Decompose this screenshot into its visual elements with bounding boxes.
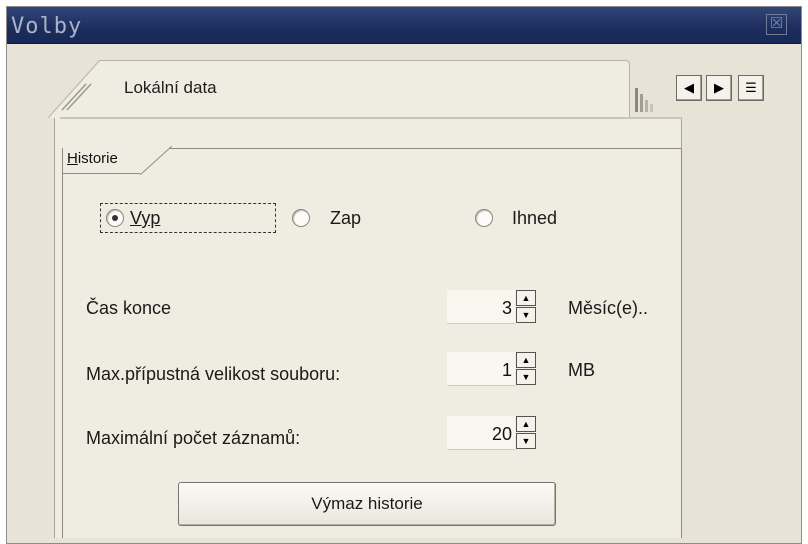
max-records-up-button[interactable]: ▲ bbox=[516, 416, 536, 432]
max-file-size-up-button[interactable]: ▲ bbox=[516, 352, 536, 368]
tab-strip-divider bbox=[60, 117, 682, 119]
expiry-unit: Měsíc(e).. bbox=[568, 298, 649, 318]
radio-off[interactable] bbox=[106, 209, 124, 227]
radio-focus-rectangle bbox=[100, 203, 276, 233]
radio-off-label[interactable]: Vyp bbox=[130, 208, 160, 229]
clear-history-button[interactable]: Výmaz historie bbox=[178, 482, 556, 526]
expiry-label: Čas konce bbox=[86, 298, 172, 318]
expiry-input[interactable]: 3 bbox=[447, 290, 515, 324]
window-title: Volby bbox=[11, 14, 83, 39]
radio-on[interactable] bbox=[292, 209, 310, 227]
history-group-title-mnemonic: H bbox=[67, 150, 78, 167]
tab-overflow-bars-icon bbox=[635, 88, 653, 112]
max-file-size-stepper: ▲ ▼ bbox=[516, 352, 536, 386]
expiry-stepper: ▲ ▼ bbox=[516, 290, 536, 324]
tab-local-data-label: Lokální data bbox=[124, 78, 217, 97]
radio-on-label[interactable]: Zap bbox=[330, 208, 361, 229]
radio-immediate[interactable] bbox=[475, 209, 493, 227]
group-title-slope bbox=[140, 146, 172, 175]
tab-scroll-right-button[interactable]: ▶ bbox=[706, 75, 732, 101]
max-file-size-down-button[interactable]: ▼ bbox=[516, 369, 536, 385]
max-records-down-button[interactable]: ▼ bbox=[516, 433, 536, 449]
tab-slope-decoration bbox=[48, 60, 108, 118]
radio-immediate-label[interactable]: Ihned bbox=[512, 208, 557, 229]
expiry-up-button[interactable]: ▲ bbox=[516, 290, 536, 306]
tab-scroll-left-button[interactable]: ◀ bbox=[676, 75, 702, 101]
max-records-label: Maximální počet záznamů: bbox=[86, 428, 301, 448]
close-button[interactable]: ☒ bbox=[766, 14, 787, 35]
max-records-stepper: ▲ ▼ bbox=[516, 416, 536, 450]
history-group-title: Historie bbox=[63, 146, 141, 174]
max-file-size-input[interactable]: 1 bbox=[447, 352, 515, 386]
expiry-down-button[interactable]: ▼ bbox=[516, 307, 536, 323]
history-group-title-rest: istorie bbox=[77, 150, 118, 167]
max-file-size-unit: MB bbox=[568, 360, 595, 380]
max-file-size-label: Max.přípustná velikost souboru: bbox=[86, 364, 341, 384]
tab-list-button[interactable]: ☰ bbox=[738, 75, 764, 101]
max-records-input[interactable]: 20 bbox=[447, 416, 515, 450]
title-bar[interactable]: Volby ☒ bbox=[7, 7, 801, 44]
